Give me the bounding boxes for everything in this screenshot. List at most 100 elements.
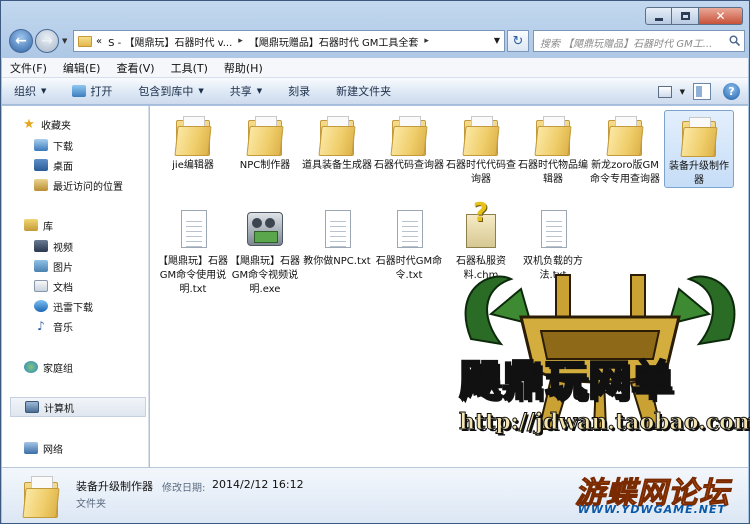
open-button[interactable]: 打开 [72,83,112,99]
folder-item[interactable]: jie编辑器 [158,110,228,173]
folder-icon [606,114,644,156]
sidebar-label: 下载 [53,141,73,153]
file-item[interactable]: 石器时代GM命令.txt [374,206,444,283]
sidebar-item-desktop[interactable]: 桌面 [34,155,144,175]
back-button[interactable]: ← [9,29,33,53]
site-url: WWW.YDWGAME.NET [577,503,726,516]
computer-icon [25,401,39,413]
menu-help[interactable]: 帮助(H) [224,60,263,76]
folder-item-selected[interactable]: 装备升级制作器 [664,110,734,188]
thunder-download-icon [34,300,48,312]
address-dropdown-icon[interactable]: ▼ [494,36,500,45]
watermark-url: http://jdwan.taobao.com [458,409,750,436]
view-dropdown-icon[interactable]: ▼ [680,88,685,96]
folder-icon [462,114,500,156]
maximize-button[interactable] [672,7,699,25]
sidebar-label: 音乐 [53,322,73,334]
folder-item[interactable]: 新龙zoro版GM命令专用查询器 [590,110,660,187]
sidebar-item-documents[interactable]: 文档 [34,276,144,296]
close-button[interactable]: ✕ [699,7,743,25]
arrow-left-icon: ← [15,33,27,49]
breadcrumb-item[interactable]: 【飓鼎玩赠品】石器时代 GM工具全套 [249,34,419,49]
search-icon[interactable] [729,35,740,46]
organize-button[interactable]: 组织 ▼ [14,83,46,99]
menu-view[interactable]: 查看(V) [116,60,154,76]
sidebar-label: 库 [43,221,53,233]
chevron-right-icon[interactable]: ▸ [238,36,243,46]
file-name: 石器时代GM命令.txt [375,256,443,281]
sidebar-item-recent[interactable]: 最近访问的位置 [34,175,144,195]
close-icon: ✕ [715,9,726,23]
sidebar-item-downloads[interactable]: 下载 [34,135,144,155]
preview-pane-icon[interactable] [693,83,711,100]
sidebar-label: 迅雷下载 [53,302,93,314]
details-modified-label: 修改日期: [162,483,206,494]
open-label: 打开 [90,85,113,98]
file-name: 【飓鼎玩】石器GM命令使用说明.txt [158,256,228,295]
file-name: 石器时代代码查询器 [446,160,516,185]
arrow-right-icon: → [41,33,53,49]
history-dropdown-icon[interactable]: ▼ [62,37,67,45]
command-bar: 组织 ▼ 打开 包含到库中 ▼ 共享 ▼ 刻录 新建文件夹 ▼ ? [2,78,748,105]
sidebar-item-music[interactable]: ♪ 音乐 [34,316,144,336]
menu-edit[interactable]: 编辑(E) [63,60,101,76]
file-item[interactable]: ? 石器私服资料.chm [446,200,516,283]
sidebar-item-pictures[interactable]: 图片 [34,256,144,276]
sidebar-item-homegroup[interactable]: 家庭组 [24,357,144,377]
folder-icon [78,35,92,47]
folder-item[interactable]: 石器时代代码查询器 [446,110,516,187]
forward-button[interactable]: → [35,29,59,53]
file-name: 新龙zoro版GM命令专用查询器 [590,160,660,185]
open-icon [72,85,87,97]
file-name: 双机负载的方法.txt [523,256,583,281]
search-input[interactable]: 搜索 【飓鼎玩赠品】石器时代 GM工... [533,30,745,52]
refresh-icon: ↻ [512,33,524,49]
new-folder-button[interactable]: 新建文件夹 [336,83,391,99]
sidebar-item-computer[interactable]: 计算机 [10,397,146,417]
folder-icon [246,114,284,156]
view-controls: ▼ ? [657,83,740,100]
text-file-icon [390,210,428,252]
desktop-icon [34,159,48,171]
menu-file[interactable]: 文件(F) [10,60,47,76]
burn-button[interactable]: 刻录 [288,83,310,99]
file-name: 石器私服资料.chm [456,256,506,281]
sidebar-label: 文档 [53,282,73,294]
help-icon[interactable]: ? [723,83,740,100]
sidebar-item-videos[interactable]: 视频 [34,236,144,256]
folder-item[interactable]: NPC制作器 [230,110,300,173]
change-view-icon[interactable] [657,85,672,98]
breadcrumb-overflow[interactable]: « [96,36,102,47]
text-file-icon [318,210,356,252]
folder-item[interactable]: 道具装备生成器 [302,110,372,173]
file-item[interactable]: 双机负载的方法.txt [518,206,588,283]
library-icon [24,219,38,231]
sidebar-item-libraries[interactable]: 库 [24,215,144,235]
file-item[interactable]: 教你做NPC.txt [302,206,372,269]
breadcrumb-item[interactable]: S - 【飓鼎玩】石器时代 v... [108,34,232,49]
folder-item[interactable]: 石器时代物品编辑器 [518,110,588,187]
folder-icon [534,114,572,156]
sidebar-item-favorites[interactable]: ★ 收藏夹 [22,114,142,134]
file-item[interactable]: 【飓鼎玩】石器GM命令视频说明.exe [230,206,300,297]
file-name: 道具装备生成器 [302,160,372,171]
file-item[interactable]: 【飓鼎玩】石器GM命令使用说明.txt [158,206,228,297]
folder-icon [680,115,718,157]
maximize-icon [680,12,690,20]
minimize-button[interactable] [645,7,672,25]
share-button[interactable]: 共享 ▼ [230,83,262,99]
refresh-button[interactable]: ↻ [507,30,529,52]
file-name: 教你做NPC.txt [303,256,371,267]
video-icon [34,240,48,252]
chevron-right-icon[interactable]: ▸ [424,36,429,46]
sidebar-item-thunder[interactable]: 迅雷下载 [34,296,144,316]
folder-item[interactable]: 石器代码查询器 [374,110,444,173]
sidebar-item-network[interactable]: 网络 [24,438,144,458]
file-name: 石器代码查询器 [374,160,444,171]
menu-tools[interactable]: 工具(T) [171,60,208,76]
include-in-library-button[interactable]: 包含到库中 ▼ [138,83,203,99]
file-name: 装备升级制作器 [669,161,729,186]
details-modified-date: 2014/2/12 16:12 [212,478,304,491]
folder-icon [390,114,428,156]
address-bar[interactable]: « S - 【飓鼎玩】石器时代 v... ▸ 【飓鼎玩赠品】石器时代 GM工具全… [73,30,505,52]
